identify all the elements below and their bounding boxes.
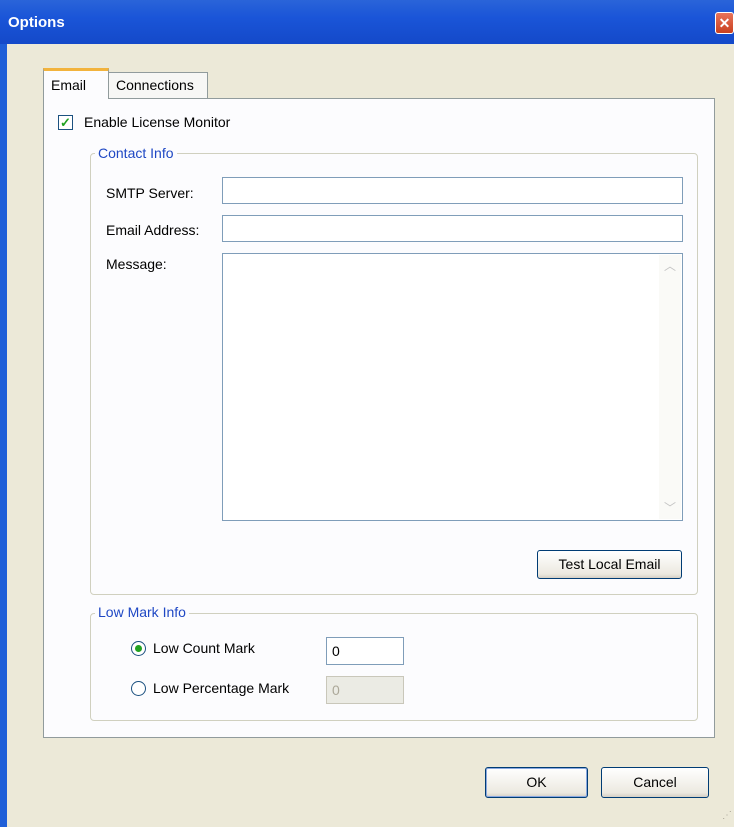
title-bar[interactable]: Options ✕ bbox=[0, 0, 734, 44]
tab-label: Email bbox=[51, 77, 87, 93]
contact-info-legend: Contact Info bbox=[95, 145, 177, 161]
tab-connections[interactable]: Connections bbox=[108, 72, 208, 98]
ok-button[interactable]: OK bbox=[485, 767, 588, 798]
close-icon: ✕ bbox=[718, 15, 731, 31]
low-count-mark-radio[interactable] bbox=[131, 641, 146, 656]
tab-email[interactable]: Email bbox=[43, 68, 109, 99]
low-mark-info-legend: Low Mark Info bbox=[95, 604, 189, 620]
chevron-down-icon[interactable]: ﹀ bbox=[659, 497, 681, 519]
message-textarea[interactable]: ︿ ﹀ bbox=[222, 253, 683, 521]
close-button[interactable]: ✕ bbox=[715, 12, 734, 34]
low-mark-info-group bbox=[90, 613, 698, 721]
tab-label: Connections bbox=[116, 77, 194, 93]
options-dialog: Options ✕ Connections Email ✓ Enable Lic… bbox=[0, 0, 734, 827]
smtp-server-label: SMTP Server: bbox=[106, 185, 194, 201]
chevron-up-icon[interactable]: ︿ bbox=[659, 255, 681, 277]
email-address-input[interactable] bbox=[222, 215, 683, 242]
resize-grip-icon[interactable]: ⋰ bbox=[722, 810, 732, 821]
message-scrollbar[interactable]: ︿ ﹀ bbox=[659, 255, 681, 519]
email-address-label: Email Address: bbox=[106, 222, 200, 238]
low-count-mark-input[interactable] bbox=[326, 637, 404, 665]
window-title: Options bbox=[8, 14, 65, 31]
radio-selected-dot bbox=[135, 645, 142, 652]
cancel-button[interactable]: Cancel bbox=[601, 767, 709, 798]
low-count-mark-label[interactable]: Low Count Mark bbox=[153, 640, 255, 656]
low-percentage-mark-radio[interactable] bbox=[131, 681, 146, 696]
low-percentage-mark-input[interactable] bbox=[326, 676, 404, 704]
smtp-server-input[interactable] bbox=[222, 177, 683, 204]
check-icon: ✓ bbox=[60, 115, 71, 130]
window-frame bbox=[0, 44, 7, 827]
enable-license-monitor-checkbox[interactable]: ✓ bbox=[58, 115, 73, 130]
test-local-email-button[interactable]: Test Local Email bbox=[537, 550, 682, 579]
enable-license-monitor-label[interactable]: Enable License Monitor bbox=[84, 114, 230, 130]
message-label: Message: bbox=[106, 256, 167, 272]
low-percentage-mark-label[interactable]: Low Percentage Mark bbox=[153, 680, 289, 696]
